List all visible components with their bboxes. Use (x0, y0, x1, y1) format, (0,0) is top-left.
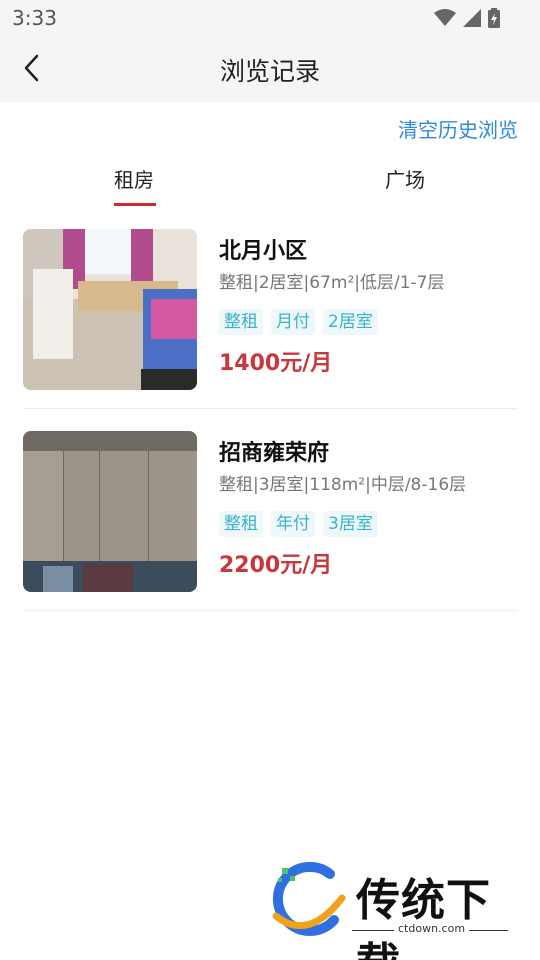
cell-signal-icon (463, 9, 481, 27)
listing-desc: 整租|3居室|118m²|中层/8-16层 (219, 475, 467, 495)
listing-tag: 月付 (271, 309, 315, 335)
battery-icon (488, 8, 500, 28)
listing-info: 北月小区 整租|2居室|67m²|低层/1-7层 整租 月付 2居室 1400元… (219, 237, 519, 379)
active-tab-indicator (114, 203, 156, 206)
listing-tag: 2居室 (323, 309, 378, 335)
listing-price: 2200元/月 (219, 553, 333, 578)
listing-tag: 整租 (219, 511, 263, 537)
listing-item[interactable]: 北月小区 整租|2居室|67m²|低层/1-7层 整租 月付 2居室 1400元… (23, 229, 518, 409)
listing-tag: 3居室 (323, 511, 378, 537)
listing-name: 北月小区 (219, 239, 308, 264)
listing-tag: 年付 (271, 511, 315, 537)
listing-desc: 整租|2居室|67m²|低层/1-7层 (219, 273, 445, 293)
listing-price: 1400元/月 (219, 351, 333, 376)
tab-square[interactable]: 广场 (385, 164, 425, 193)
listing-item[interactable]: 招商雍荣府 整租|3居室|118m²|中层/8-16层 整租 年付 3居室 22… (23, 431, 518, 611)
tab-bar: 租房 广场 (0, 160, 540, 210)
status-time: 3:33 (12, 6, 57, 30)
listing-name: 招商雍荣府 (219, 441, 330, 466)
clear-history-button[interactable]: 清空历史浏览 (398, 114, 518, 143)
page-title: 浏览记录 (219, 57, 320, 86)
watermark: 传统下载 ctdown.com (268, 862, 518, 960)
listing-photo (23, 431, 197, 592)
tab-rent[interactable]: 租房 (114, 164, 154, 193)
listing-photo (23, 229, 197, 390)
listing-tags: 整租 月付 2居室 (219, 309, 519, 335)
status-icons (434, 8, 500, 28)
watermark-url: ctdown.com (394, 922, 470, 935)
listing-tags: 整租 年付 3居室 (219, 511, 519, 537)
watermark-brand: 传统下载 (356, 875, 491, 960)
top-bar: 3:33 浏览记录 (0, 0, 540, 102)
listing-tag: 整租 (219, 309, 263, 335)
listing-info: 招商雍荣府 整租|3居室|118m²|中层/8-16层 整租 年付 3居室 22… (219, 439, 519, 581)
watermark-logo (272, 862, 346, 936)
wifi-icon (434, 9, 456, 26)
